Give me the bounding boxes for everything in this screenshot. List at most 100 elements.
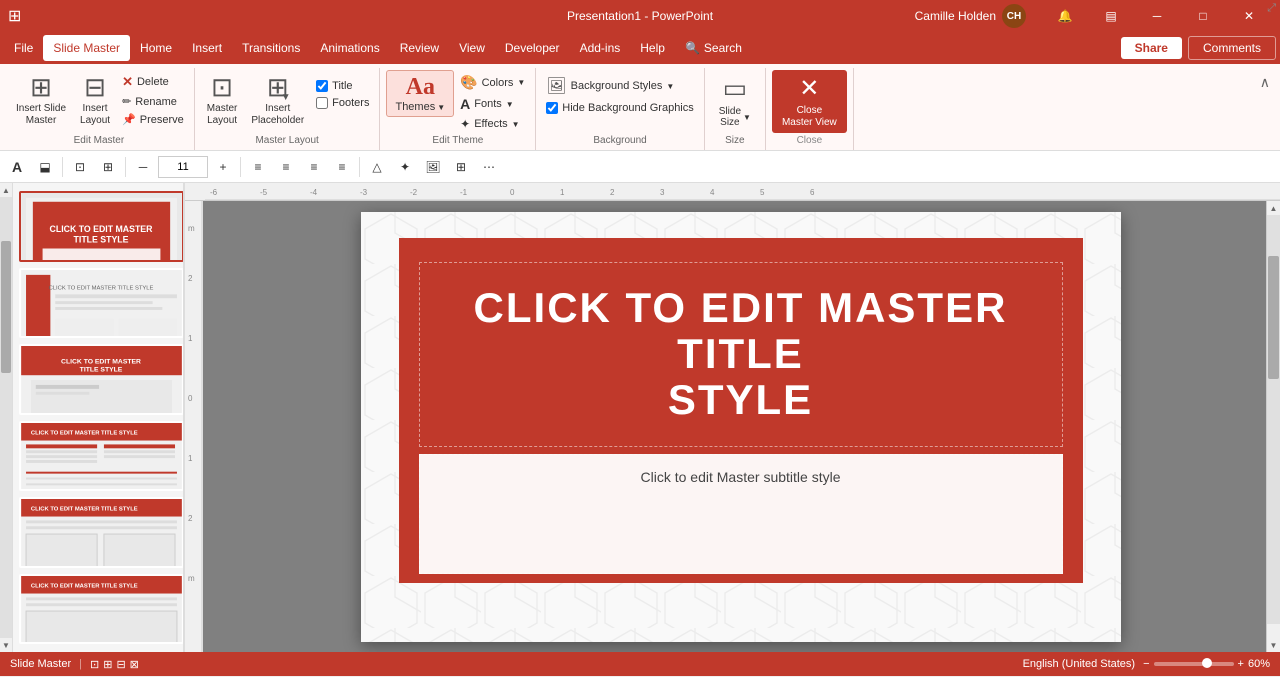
slide-size-btn[interactable]: ▭ SlideSize ▼ xyxy=(711,70,759,131)
slide-thumb-4[interactable]: CLICK TO EDIT MASTER TITLE STYLE xyxy=(19,421,184,492)
fonts-btn[interactable]: A Fonts ▼ xyxy=(456,94,529,114)
menu-add-ins[interactable]: Add-ins xyxy=(570,35,631,61)
toolbar-highlight[interactable]: ⬓ xyxy=(32,155,58,179)
master-layout-btn[interactable]: ⊡ MasterLayout xyxy=(201,70,244,129)
insert-layout-label: InsertLayout xyxy=(80,103,110,127)
menu-home[interactable]: Home xyxy=(130,35,182,61)
ribbon-btn[interactable]: ▤ xyxy=(1088,0,1134,32)
footers-checkbox[interactable] xyxy=(316,97,328,109)
slide-thumb-1[interactable]: CLICK TO EDIT MASTER TITLE STYLE xyxy=(19,191,184,262)
toolbar-align-left[interactable]: ≡ xyxy=(245,155,271,179)
slide-subtitle-text: Click to edit Master subtitle style xyxy=(641,469,841,485)
toolbar-more[interactable]: ⋯ xyxy=(476,155,502,179)
zoom-minus[interactable]: − xyxy=(1143,658,1149,670)
bg-styles-label: Background Styles xyxy=(571,80,663,92)
menu-slide-master[interactable]: Slide Master xyxy=(43,35,130,61)
user-avatar[interactable]: CH xyxy=(1002,4,1026,28)
toolbar-font-size-down[interactable]: ─ xyxy=(130,155,156,179)
scroll-right-up[interactable]: ▲ xyxy=(1267,201,1280,215)
panel-scroll-up[interactable]: ▲ xyxy=(0,183,12,197)
svg-text:TITLE STYLE: TITLE STYLE xyxy=(80,366,123,373)
close-master-view-btn[interactable]: ✕ CloseMaster View xyxy=(772,70,847,133)
menu-developer[interactable]: Developer xyxy=(495,35,570,61)
slide-size-icon: ▭ xyxy=(723,73,748,104)
font-size-input[interactable] xyxy=(158,156,208,178)
ruler-horizontal: -6 -5 -4 -3 -2 -1 0 1 2 3 4 5 6 xyxy=(185,183,1280,201)
scroll-right-thumb[interactable] xyxy=(1268,256,1279,379)
hide-bg-checkbox[interactable] xyxy=(546,102,558,114)
toolbar-justify[interactable]: ≡ xyxy=(329,155,355,179)
insert-placeholder-btn[interactable]: ⊞▼ InsertPlaceholder xyxy=(245,70,310,129)
toolbar-shapes[interactable]: △ xyxy=(364,155,390,179)
zoom-percent[interactable]: 60% xyxy=(1248,658,1270,670)
search-area[interactable]: 🔍 Search xyxy=(675,37,752,59)
toolbar-align-center[interactable]: ≡ xyxy=(273,155,299,179)
slide-title-box[interactable]: CLICK TO EDIT MASTER TITLE STYLE xyxy=(419,262,1063,447)
delete-btn[interactable]: ✕ Delete xyxy=(118,72,188,92)
footers-check-btn[interactable]: Footers xyxy=(312,95,373,111)
toolbar-effects[interactable]: ✦ xyxy=(392,155,418,179)
toolbar-font-color[interactable]: A xyxy=(4,155,30,179)
insert-layout-btn[interactable]: ⊟ InsertLayout xyxy=(74,70,116,129)
view-reading-icon[interactable]: ⊠ xyxy=(130,658,139,671)
svg-text:0: 0 xyxy=(188,394,193,403)
menu-file[interactable]: File xyxy=(4,35,43,61)
maximize-btn[interactable]: □ xyxy=(1180,0,1226,32)
background-label: Background xyxy=(542,133,697,148)
fonts-chevron: ▼ xyxy=(506,100,514,109)
zoom-slider-thumb[interactable] xyxy=(1202,658,1212,668)
slide-size-label: SlideSize ▼ xyxy=(719,106,751,128)
slide-thumb-6[interactable]: CLICK TO EDIT MASTER TITLE STYLE xyxy=(19,574,184,645)
notification-btn[interactable]: 🔔 xyxy=(1042,0,1088,32)
toolbar-table[interactable]: ⊞ xyxy=(448,155,474,179)
preserve-label: Preserve xyxy=(140,114,184,126)
rename-btn[interactable]: ✏ Rename xyxy=(118,93,188,110)
bg-styles-icon: 🖼 xyxy=(546,76,566,96)
menu-help[interactable]: Help xyxy=(630,35,675,61)
edit-theme-label: Edit Theme xyxy=(386,133,529,148)
menu-review[interactable]: Review xyxy=(390,35,449,61)
title-check-btn[interactable]: Title xyxy=(312,78,373,94)
panel-scroll-thumb[interactable] xyxy=(1,241,11,373)
menu-animations[interactable]: Animations xyxy=(310,35,389,61)
slide-thumb-5[interactable]: CLICK TO EDIT MASTER TITLE STYLE xyxy=(19,497,184,568)
scroll-right-down[interactable]: ▼ xyxy=(1267,638,1280,652)
notes-icon[interactable]: ⊡ xyxy=(90,658,99,671)
menu-transitions[interactable]: Transitions xyxy=(232,35,310,61)
toolbar-arrange[interactable]: ⊞ xyxy=(95,155,121,179)
menu-insert[interactable]: Insert xyxy=(182,35,232,61)
toolbar-image[interactable]: 🖼 xyxy=(420,155,446,179)
background-expand-btn[interactable]: ⤢ xyxy=(1263,0,1280,17)
slide-thumb-3[interactable]: CLICK TO EDIT MASTER TITLE STYLE xyxy=(19,344,184,415)
view-slide-icon[interactable]: ⊟ xyxy=(116,658,125,671)
zoom-plus[interactable]: + xyxy=(1238,658,1244,670)
ribbon: ⊞ Insert SlideMaster ⊟ InsertLayout ✕ De… xyxy=(0,64,1280,151)
bg-styles-btn[interactable]: 🖼 Background Styles ▼ xyxy=(542,74,697,98)
hide-bg-btn[interactable]: Hide Background Graphics xyxy=(542,100,697,116)
panel-scroll-down[interactable]: ▼ xyxy=(0,638,12,652)
slide-canvas[interactable]: CLICK TO EDIT MASTER TITLE STYLE Click t… xyxy=(361,212,1121,642)
slide-canvas-area: CLICK TO EDIT MASTER TITLE STYLE Click t… xyxy=(185,201,1280,652)
svg-text:6: 6 xyxy=(810,188,815,197)
toolbar-align-right[interactable]: ≡ xyxy=(301,155,327,179)
insert-placeholder-icon: ⊞▼ xyxy=(267,72,289,103)
slide-thumb-2[interactable]: CLICK TO EDIT MASTER TITLE STYLE xyxy=(19,268,184,339)
ribbon-group-edit-theme: Aa Themes ▼ 🎨 Colors ▼ A Fonts ▼ xyxy=(380,68,536,150)
menu-view[interactable]: View xyxy=(449,35,495,61)
view-normal-icon[interactable]: ⊞ xyxy=(103,658,112,671)
comments-button[interactable]: Comments xyxy=(1188,36,1276,60)
zoom-slider[interactable] xyxy=(1154,662,1234,666)
minimize-btn[interactable]: ─ xyxy=(1134,0,1180,32)
preserve-btn[interactable]: 📌 Preserve xyxy=(118,111,188,128)
themes-btn[interactable]: Aa Themes ▼ xyxy=(386,70,454,117)
rename-label: Rename xyxy=(135,96,177,108)
colors-btn[interactable]: 🎨 Colors ▼ xyxy=(456,72,529,93)
toolbar-font-size-up[interactable]: + xyxy=(210,155,236,179)
effects-btn[interactable]: ✦ Effects ▼ xyxy=(456,115,529,133)
share-button[interactable]: Share xyxy=(1121,37,1182,59)
ribbon-collapse-btn[interactable]: ∧ xyxy=(1254,72,1276,93)
toolbar-shape1[interactable]: ⊡ xyxy=(67,155,93,179)
title-checkbox[interactable] xyxy=(316,80,328,92)
insert-slide-master-btn[interactable]: ⊞ Insert SlideMaster xyxy=(10,70,72,129)
slide-subtitle-box[interactable]: Click to edit Master subtitle style xyxy=(419,454,1063,574)
